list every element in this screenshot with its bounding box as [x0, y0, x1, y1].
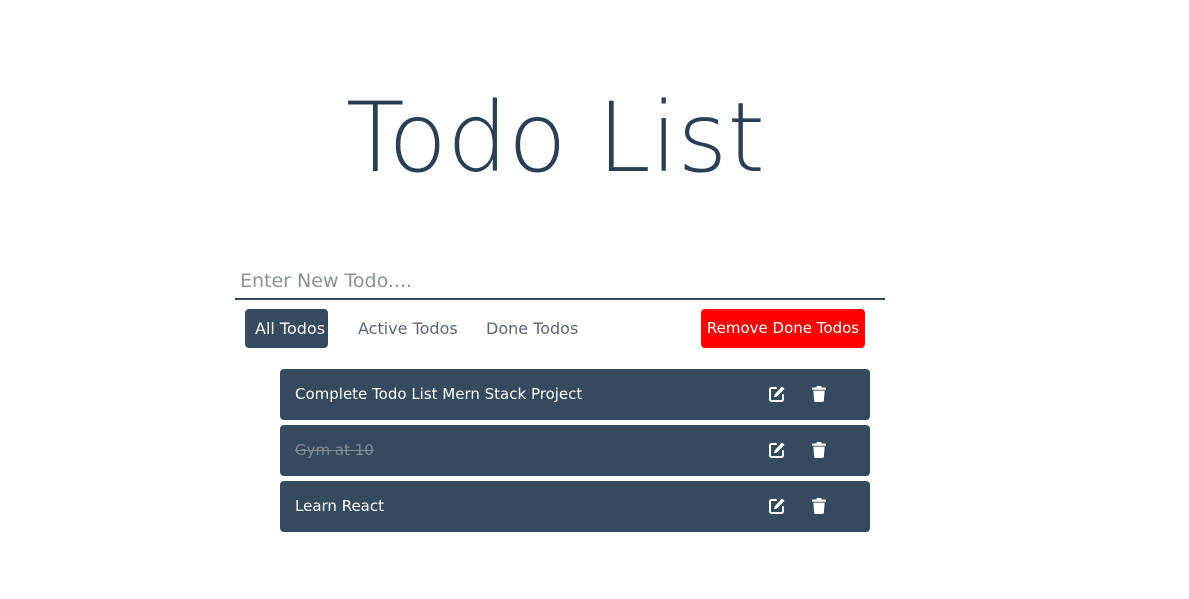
edit-icon[interactable]	[768, 441, 786, 459]
trash-icon[interactable]	[810, 385, 828, 403]
todo-text-done[interactable]: Gym at 10	[295, 425, 374, 476]
page-title: Todo List	[345, 82, 766, 194]
todo-app: Todo List All Todos Active Todos Done To…	[0, 0, 1189, 599]
new-todo-input[interactable]	[235, 264, 885, 300]
todo-text[interactable]: Learn React	[295, 481, 384, 532]
remove-done-todos-button[interactable]: Remove Done Todos	[701, 309, 865, 348]
filter-active-button[interactable]: Active Todos	[348, 309, 468, 348]
trash-icon[interactable]	[810, 497, 828, 515]
todo-text[interactable]: Complete Todo List Mern Stack Project	[295, 369, 582, 420]
edit-icon[interactable]	[768, 385, 786, 403]
filter-done-button[interactable]: Done Todos	[476, 309, 588, 348]
todo-item: Learn React	[280, 481, 870, 532]
edit-icon[interactable]	[768, 497, 786, 515]
todo-item: Gym at 10	[280, 425, 870, 476]
todo-item: Complete Todo List Mern Stack Project	[280, 369, 870, 420]
filter-all-button[interactable]: All Todos	[245, 309, 328, 348]
trash-icon[interactable]	[810, 441, 828, 459]
